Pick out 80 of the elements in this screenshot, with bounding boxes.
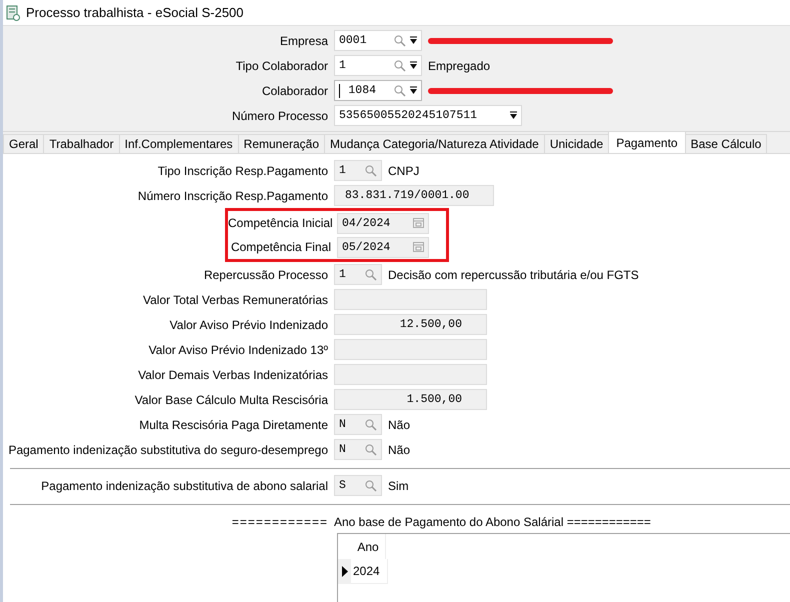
field-value: 1: [339, 59, 347, 72]
search-icon[interactable]: [394, 34, 406, 46]
field-description: Não: [388, 442, 410, 456]
search-icon[interactable]: [365, 444, 377, 456]
field-value: 0001: [339, 34, 368, 47]
tab[interactable]: Pagamento: [608, 131, 686, 153]
field-description: Empregado: [428, 58, 490, 72]
field-value: 53565005520245107511: [339, 109, 478, 122]
field-value: 1084: [347, 84, 377, 97]
amount-field[interactable]: [334, 289, 487, 310]
field-description: Sim: [388, 478, 409, 492]
lookup-field[interactable]: N: [334, 439, 382, 460]
field-label: Valor Base Cálculo Multa Rescisória: [134, 392, 329, 406]
search-icon[interactable]: [365, 418, 377, 430]
field-value: N: [339, 418, 347, 431]
search-icon[interactable]: [365, 268, 377, 280]
field-label: Competência Final: [230, 240, 332, 254]
amount-field[interactable]: 12.500,00: [334, 314, 487, 335]
calendar-icon[interactable]: [413, 218, 424, 228]
field-label: Valor Aviso Prévio Indenizado 13º: [148, 342, 329, 356]
field-value: 05/2024: [342, 240, 392, 254]
field-label: Valor Total Verbas Remuneratórias: [142, 292, 329, 306]
table-cell[interactable]: 2024: [351, 559, 388, 584]
column-header[interactable]: Ano: [351, 534, 386, 559]
amount-field[interactable]: [334, 339, 487, 360]
dropdown-arrow-icon[interactable]: [410, 61, 417, 70]
field-label: Empresa: [278, 34, 329, 48]
field-value: 12.500,00: [400, 318, 462, 331]
section-heading: Ano base de Pagamento do Abono Salárial ============: [334, 515, 651, 529]
field-label: Pagamento indenização substitutiva do seguro-desemprego: [7, 442, 329, 456]
search-icon[interactable]: [394, 84, 406, 96]
field-label: Repercussão Processo: [202, 268, 329, 282]
lookup-field[interactable]: N: [334, 414, 382, 435]
date-field[interactable]: 04/2024: [337, 212, 429, 234]
lookup-field[interactable]: 1: [334, 264, 382, 285]
lookup-field[interactable]: 1084: [334, 80, 422, 101]
field-label: Pagamento indenização substitutiva de abono salarial: [40, 478, 329, 492]
tab[interactable]: Inf.Complementares: [118, 134, 239, 153]
window-title: Processo trabalhista - eSocial S-2500: [26, 5, 244, 20]
tab[interactable]: Mudança Categoria/Natureza Atividade: [324, 134, 545, 153]
field-label: Tipo Inscrição Resp.Pagamento: [156, 164, 329, 178]
tab[interactable]: Base Cálculo: [684, 134, 768, 153]
search-icon[interactable]: [365, 480, 377, 492]
field-value: S: [339, 479, 347, 492]
form-window-icon: [6, 4, 20, 20]
calendar-icon[interactable]: [413, 242, 424, 252]
amount-field[interactable]: 1.500,00: [334, 389, 487, 410]
field-description: CNPJ: [388, 164, 420, 178]
dropdown-arrow-icon[interactable]: [410, 36, 417, 45]
field-value: 1: [339, 268, 347, 281]
field-value: N: [339, 443, 347, 456]
text-field[interactable]: 83.831.719/0001.00: [334, 185, 494, 206]
lookup-field[interactable]: 1: [334, 160, 382, 181]
lookup-field[interactable]: 1: [334, 55, 422, 76]
date-field[interactable]: 05/2024: [337, 236, 429, 258]
field-value: 83.831.719/0001.00: [344, 189, 470, 202]
search-icon[interactable]: [365, 164, 377, 176]
lookup-field[interactable]: S: [334, 475, 382, 496]
field-label: Número Inscrição Resp.Pagamento: [136, 188, 329, 202]
field-label: Colaborador: [260, 84, 329, 98]
tab[interactable]: Geral: [3, 134, 44, 153]
field-label: Tipo Colaborador: [234, 58, 329, 72]
dropdown-arrow-icon[interactable]: [510, 111, 517, 120]
field-description: Decisão com repercussão tributária e/ou FGTS: [388, 268, 639, 282]
field-value: 1: [339, 164, 347, 177]
heading-separator: ============: [230, 515, 329, 529]
field-label: Valor Aviso Prévio Indenizado: [168, 318, 329, 332]
field-label: Competência Inicial: [228, 216, 334, 230]
field-label: Número Processo: [230, 108, 329, 122]
field-description: Não: [388, 418, 410, 432]
dropdown-arrow-icon[interactable]: [410, 86, 417, 95]
tab[interactable]: Remuneração: [238, 134, 326, 153]
process-number-dropdown[interactable]: 53565005520245107511: [334, 105, 522, 126]
field-label: Multa Rescisória Paga Diretamente: [138, 418, 329, 432]
lookup-field[interactable]: 0001: [334, 30, 422, 51]
search-icon[interactable]: [394, 60, 406, 72]
field-value: 1.500,00: [406, 393, 462, 406]
amount-field[interactable]: [334, 364, 487, 385]
field-label: Valor Demais Verbas Indenizatórias: [137, 368, 329, 382]
field-value: 04/2024: [342, 216, 392, 230]
